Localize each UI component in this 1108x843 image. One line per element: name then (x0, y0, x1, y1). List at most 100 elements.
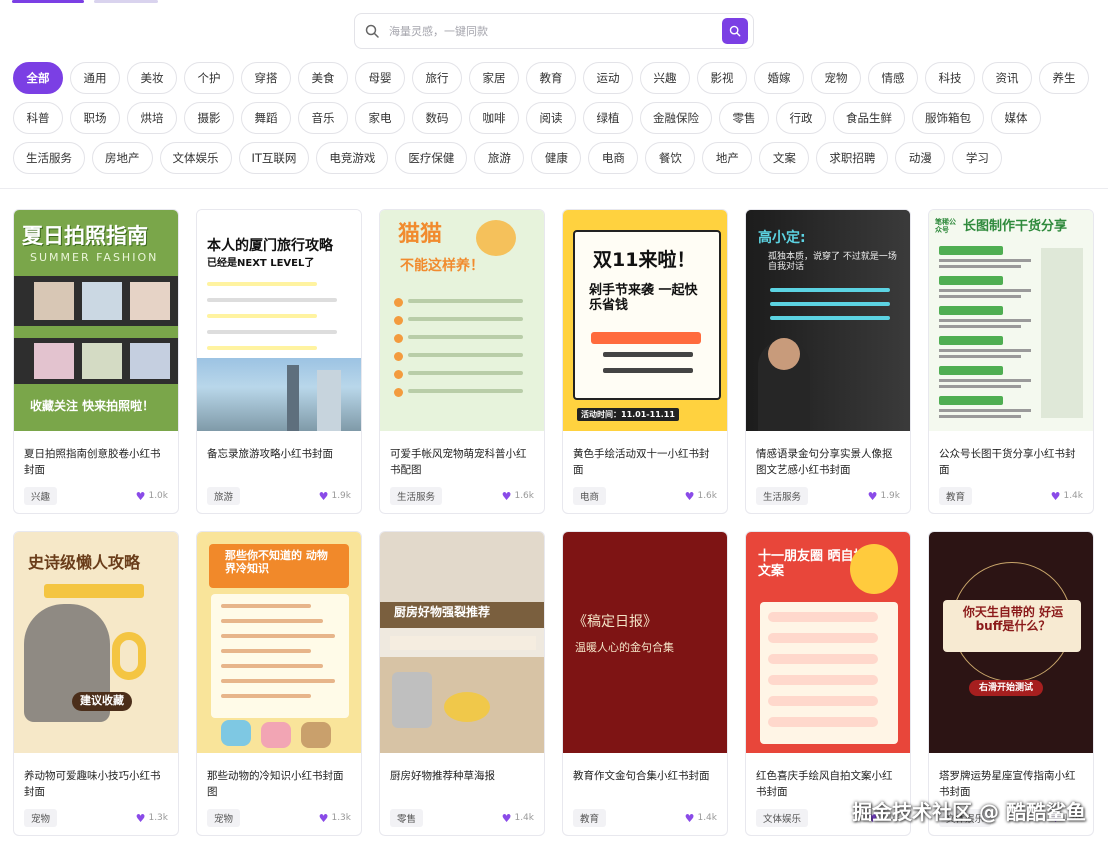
like-count[interactable]: ♥ 1.6k (502, 490, 534, 503)
category-tag[interactable]: IT互联网 (238, 142, 310, 174)
category-tag[interactable]: 生活服务 (13, 142, 85, 174)
category-tag[interactable]: 资讯 (982, 62, 1032, 94)
like-count[interactable]: ♥ 1.3k (136, 812, 168, 825)
card-title[interactable]: 黄色手绘活动双十一小红书封面 (573, 446, 717, 478)
card-thumbnail[interactable]: 长图制作干货分享 笔稀公众号 (929, 210, 1093, 431)
category-tag[interactable]: 旅游 (474, 142, 525, 174)
card-title[interactable]: 养动物可爱趣味小技巧小红书封面 (24, 768, 168, 800)
category-tag[interactable]: 电商 (588, 142, 639, 174)
card-thumbnail[interactable]: 高小定: 孤独本质，说穿了 不过就是一场自我对话 (746, 210, 910, 431)
category-tag[interactable]: 地产 (702, 142, 753, 174)
category-tag[interactable]: 职场 (70, 102, 120, 134)
category-tag[interactable]: 美妆 (127, 62, 177, 94)
category-tag[interactable]: 数码 (412, 102, 462, 134)
category-tag[interactable]: 金融保险 (640, 102, 712, 134)
category-badge[interactable]: 兴趣 (24, 487, 58, 505)
category-tag[interactable]: 房地产 (92, 142, 153, 174)
template-card[interactable]: 双11来啦！ 剁手节来袭 一起快乐省钱 活动时间：11.01-11.11 黄色手绘活动… (562, 209, 728, 514)
category-tag[interactable]: 媒体 (991, 102, 1041, 134)
template-card[interactable]: 史诗级懒人攻略 建议收藏 养动物可爱趣味小技巧小红书封面 宠物 ♥ 1.3k (13, 531, 179, 836)
category-tag[interactable]: 运动 (583, 62, 633, 94)
card-thumbnail[interactable]: 十一朋友圈 晒自拍文案 (746, 532, 910, 753)
top-tab-active[interactable] (12, 0, 84, 3)
category-tag[interactable]: 摄影 (184, 102, 234, 134)
like-count[interactable]: ♥ 1.0k (136, 490, 168, 503)
category-tag[interactable]: 美食 (298, 62, 348, 94)
template-card[interactable]: 那些你不知道的 动物界冷知识 那些动物的冷知识小红书封面图 宠物 ♥ 1.3k (196, 531, 362, 836)
category-tag[interactable]: 情感 (868, 62, 918, 94)
like-count[interactable]: ♥ 1.9k (868, 490, 900, 503)
template-card[interactable]: 十一朋友圈 晒自拍文案 红色喜庆手绘风自拍文案小红书封面 文体娱乐 ♥ 1.6k (745, 531, 911, 836)
top-tab-inactive[interactable] (94, 0, 158, 3)
category-tag[interactable]: 服饰箱包 (912, 102, 984, 134)
category-tag[interactable]: 烘培 (127, 102, 177, 134)
category-tag[interactable]: 文案 (759, 142, 810, 174)
category-tag[interactable]: 穿搭 (241, 62, 291, 94)
template-card[interactable]: 长图制作干货分享 笔稀公众号公众号长图干货分享小红书封面教育 ♥ 1.4k (928, 209, 1094, 514)
template-card[interactable]: 你天生自带的 好运buff是什么？ 右滑开始测试 塔罗牌运势星座宣传指南小红书封面文… (928, 531, 1094, 836)
category-tag[interactable]: 绿植 (583, 102, 633, 134)
category-tag[interactable]: 零售 (719, 102, 769, 134)
category-badge[interactable]: 宠物 (207, 809, 241, 827)
card-title[interactable]: 备忘录旅游攻略小红书封面 (207, 446, 351, 478)
card-title[interactable]: 夏日拍照指南创意胶卷小红书封面 (24, 446, 168, 478)
category-tag[interactable]: 婚嫁 (754, 62, 804, 94)
card-title[interactable]: 那些动物的冷知识小红书封面图 (207, 768, 351, 800)
category-tag[interactable]: 音乐 (298, 102, 348, 134)
category-tag[interactable]: 教育 (526, 62, 576, 94)
category-tag[interactable]: 求职招聘 (816, 142, 889, 174)
card-thumbnail[interactable]: 本人的厦门旅行攻略 已经是NEXT LEVEL了 (197, 210, 361, 431)
like-count[interactable]: ♥ 1.4k (685, 812, 717, 825)
category-badge[interactable]: 电商 (573, 487, 607, 505)
category-tag[interactable]: 动漫 (895, 142, 946, 174)
category-tag[interactable]: 学习 (952, 142, 1003, 174)
like-count[interactable]: ♥ 1.6k (685, 490, 717, 503)
card-thumbnail[interactable]: 猫猫 不能这样养！ (380, 210, 544, 431)
category-badge[interactable]: 生活服务 (756, 487, 809, 505)
category-tag[interactable]: 旅行 (412, 62, 462, 94)
category-tag[interactable]: 舞蹈 (241, 102, 291, 134)
card-title[interactable]: 公众号长图干货分享小红书封面 (939, 446, 1083, 478)
category-badge[interactable]: 生活服务 (390, 487, 443, 505)
template-card[interactable]: 夏日拍照指南 SUMMER FASHION 收藏关注 快来拍照啦！ 夏日拍照指南创意胶… (13, 209, 179, 514)
category-tag[interactable]: 个护 (184, 62, 234, 94)
category-badge[interactable]: 旅游 (207, 487, 241, 505)
category-tag[interactable]: 文体娱乐 (159, 142, 232, 174)
category-tag[interactable]: 食品生鲜 (833, 102, 905, 134)
card-thumbnail[interactable]: 厨房好物强裂推荐 (380, 532, 544, 753)
card-thumbnail[interactable]: 那些你不知道的 动物界冷知识 (197, 532, 361, 753)
card-thumbnail[interactable]: 夏日拍照指南 SUMMER FASHION 收藏关注 快来拍照啦！ (14, 210, 178, 431)
like-count[interactable]: ♥ 1.9k (319, 490, 351, 503)
category-tag[interactable]: 行政 (776, 102, 826, 134)
category-tag[interactable]: 母婴 (355, 62, 405, 94)
category-tag[interactable]: 家电 (355, 102, 405, 134)
category-tag[interactable]: 影视 (697, 62, 747, 94)
template-card[interactable]: 本人的厦门旅行攻略 已经是NEXT LEVEL了备忘录旅游攻略小红书封面旅游 ♥ 1.… (196, 209, 362, 514)
card-thumbnail[interactable]: 双11来啦！ 剁手节来袭 一起快乐省钱 活动时间：11.01-11.11 (563, 210, 727, 431)
category-tag[interactable]: 餐饮 (645, 142, 696, 174)
template-card[interactable]: 猫猫 不能这样养！ 可爱手帐风宠物萌宠科普小红书配图 生活服务 ♥ 1.6k (379, 209, 545, 514)
card-thumbnail[interactable]: 你天生自带的 好运buff是什么？ 右滑开始测试 (929, 532, 1093, 753)
template-card[interactable]: 高小定: 孤独本质，说穿了 不过就是一场自我对话情感语录金句分享实景人像抠图文艺感… (745, 209, 911, 514)
search-input[interactable] (389, 24, 722, 38)
category-tag[interactable]: 兴趣 (640, 62, 690, 94)
like-count[interactable]: ♥ 1.4k (502, 812, 534, 825)
category-tag[interactable]: 科普 (13, 102, 63, 134)
category-tag[interactable]: 科技 (925, 62, 975, 94)
category-tag[interactable]: 医疗保健 (395, 142, 468, 174)
category-tag[interactable]: 宠物 (811, 62, 861, 94)
category-tag[interactable]: 电竞游戏 (316, 142, 389, 174)
category-badge[interactable]: 宠物 (24, 809, 58, 827)
like-count[interactable]: ♥ 1.4k (1051, 490, 1083, 503)
card-title[interactable]: 教育作文金句合集小红书封面 (573, 768, 717, 800)
category-tag[interactable]: 咖啡 (469, 102, 519, 134)
category-tag[interactable]: 家居 (469, 62, 519, 94)
card-title[interactable]: 情感语录金句分享实景人像抠图文艺感小红书封面 (756, 446, 900, 478)
category-tag[interactable]: 养生 (1039, 62, 1089, 94)
category-badge[interactable]: 教育 (939, 487, 973, 505)
card-title[interactable]: 厨房好物推荐种草海报 (390, 768, 534, 800)
category-badge[interactable]: 零售 (390, 809, 424, 827)
template-card[interactable]: 《稿定日报》 温暖人心的金句合集 教育作文金句合集小红书封面 教育 ♥ 1.4k (562, 531, 728, 836)
category-badge[interactable]: 文体娱乐 (756, 809, 809, 827)
category-badge[interactable]: 教育 (573, 809, 607, 827)
